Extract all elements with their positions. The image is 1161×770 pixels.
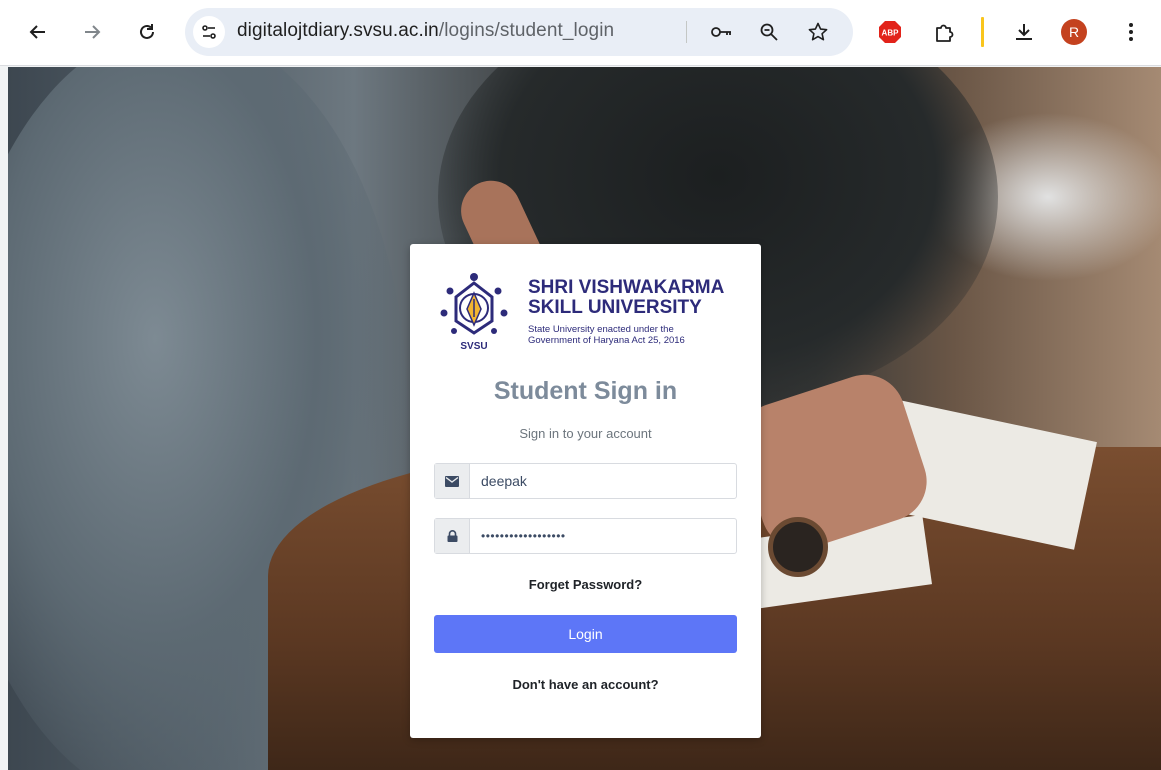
site-info-button[interactable]: [193, 16, 225, 48]
omnibox-divider: [686, 21, 687, 43]
logo-abbreviation: SVSU: [460, 341, 487, 352]
password-input[interactable]: [471, 519, 736, 553]
password-field: [434, 518, 737, 554]
university-name: SHRI VISHWAKARMA SKILL UNIVERSITY: [528, 278, 724, 318]
reload-button[interactable]: [131, 16, 163, 48]
university-logo: SVSU SHRI VISHWAKARMA SKILL UNIVERSITY S…: [440, 267, 740, 355]
star-icon: [808, 22, 828, 41]
password-key-button[interactable]: [705, 16, 737, 48]
lock-icon: [447, 530, 457, 542]
download-icon: [1016, 24, 1032, 40]
puzzle-icon: [936, 24, 954, 42]
more-vertical-icon: [1129, 23, 1133, 41]
address-bar[interactable]: digitalojtdiary.svsu.ac.in/logins/studen…: [185, 8, 853, 56]
login-card: SVSU SHRI VISHWAKARMA SKILL UNIVERSITY S…: [410, 244, 761, 738]
zoom-button[interactable]: [753, 16, 785, 48]
arrow-right-icon: [85, 25, 101, 39]
page-title: Student Sign in: [493, 377, 678, 405]
reload-icon: [140, 24, 154, 39]
arrow-left-icon: [29, 25, 45, 39]
url-text[interactable]: digitalojtdiary.svsu.ac.in/logins/studen…: [237, 20, 614, 42]
back-button[interactable]: [22, 16, 54, 48]
username-field: [434, 463, 737, 499]
profile-avatar[interactable]: R: [1061, 19, 1087, 45]
password-addon: [435, 519, 470, 553]
browser-toolbar: digitalojtdiary.svsu.ac.in/logins/studen…: [0, 0, 1161, 66]
signup-link[interactable]: Don't have an account?: [410, 677, 761, 692]
username-addon: [435, 464, 470, 498]
adblock-label: ABP: [882, 29, 900, 38]
university-name-line1: SHRI VISHWAKARMA: [528, 277, 725, 298]
login-button[interactable]: Login: [434, 615, 737, 653]
zoom-out-icon: [760, 23, 778, 41]
extensions-button[interactable]: [928, 16, 960, 48]
university-act: State University enacted under the Gover…: [528, 324, 685, 346]
tune-icon: [202, 25, 216, 39]
forget-password-link[interactable]: Forget Password?: [410, 577, 761, 592]
username-input[interactable]: [471, 464, 736, 498]
url-path: /logins/student_login: [438, 20, 615, 41]
downloads-button[interactable]: [1008, 16, 1040, 48]
key-icon: [711, 27, 731, 37]
forward-button[interactable]: [76, 16, 108, 48]
url-host: digitalojtdiary.svsu.ac.in: [237, 20, 439, 41]
envelope-icon: [445, 475, 459, 487]
university-act-line2: Government of Haryana Act 25, 2016: [528, 335, 685, 346]
university-name-line2: SKILL UNIVERSITY: [528, 297, 702, 318]
toolbar-divider: [981, 17, 984, 47]
adblock-stop-icon: ABP: [879, 21, 901, 43]
page-subtitle: Sign in to your account: [519, 426, 652, 441]
adblock-plus-button[interactable]: ABP: [878, 20, 902, 44]
svsu-emblem-icon: SVSU: [440, 273, 508, 352]
background-watch: [768, 517, 828, 577]
university-act-line1: State University enacted under the: [528, 324, 674, 335]
menu-button[interactable]: [1115, 16, 1147, 48]
bookmark-button[interactable]: [802, 16, 834, 48]
